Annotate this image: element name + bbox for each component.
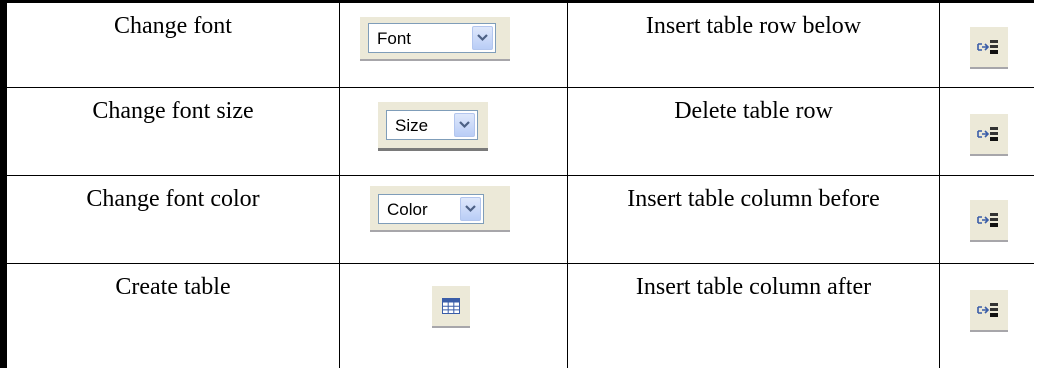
chevron-down-icon[interactable] <box>454 113 475 137</box>
table-grid-icon <box>442 298 460 314</box>
font-dropdown-value: Font <box>377 29 412 48</box>
control-cell <box>939 263 1034 368</box>
insert-column-before-button[interactable] <box>970 200 1008 242</box>
color-dropdown[interactable]: Color <box>378 194 484 224</box>
change-font-size-label: Change font size <box>92 98 254 124</box>
size-dropdown[interactable]: Size <box>386 110 478 140</box>
description-cell: Insert table column after <box>567 263 940 368</box>
delete-row-label: Delete table row <box>674 98 833 124</box>
table-row: Create table Insert table column after <box>0 263 1034 368</box>
delete-row-button[interactable] <box>970 114 1008 156</box>
control-cell <box>339 263 568 368</box>
chevron-down-icon[interactable] <box>460 197 481 221</box>
insert-column-after-label: Insert table column after <box>635 274 872 300</box>
insert-table-row-icon <box>977 40 998 54</box>
control-cell: Size <box>339 87 568 176</box>
description-cell: Create table <box>0 263 340 368</box>
color-dropdown-value: Color <box>387 200 428 219</box>
size-toolbar-strip: Size <box>378 102 488 151</box>
description-cell: Change font <box>0 0 340 88</box>
chevron-down-icon[interactable] <box>472 26 493 50</box>
control-cell <box>939 175 1034 264</box>
description-cell: Change font color <box>0 175 340 264</box>
control-cell: Color <box>339 175 568 264</box>
insert-column-before-label: Insert table column before <box>627 186 880 212</box>
change-font-label: Change font <box>114 13 232 39</box>
insert-row-below-label: Insert table row below <box>645 13 862 39</box>
insert-column-after-button[interactable] <box>970 290 1008 332</box>
insert-table-row-icon <box>977 127 998 141</box>
control-cell <box>939 87 1034 176</box>
insert-table-row-icon <box>977 213 998 227</box>
size-dropdown-value: Size <box>395 116 429 135</box>
description-cell: Change font size <box>0 87 340 176</box>
description-cell: Delete table row <box>567 87 940 176</box>
table-row: Change font size Size Delete table row <box>0 87 1034 176</box>
control-cell <box>939 0 1034 88</box>
create-table-button[interactable] <box>432 286 470 328</box>
table-row: Change font Font Insert table row below <box>0 0 1034 88</box>
control-cell: Font <box>339 0 568 88</box>
insert-row-below-button[interactable] <box>970 27 1008 69</box>
description-cell: Insert table row below <box>567 0 940 88</box>
color-toolbar-strip: Color <box>370 186 510 232</box>
insert-table-row-icon <box>977 303 998 317</box>
change-font-color-label: Change font color <box>86 186 260 212</box>
font-toolbar-strip: Font <box>360 17 510 61</box>
description-cell: Insert table column before <box>567 175 940 264</box>
create-table-label: Create table <box>115 274 231 300</box>
font-dropdown[interactable]: Font <box>368 23 496 53</box>
table-row: Change font color Color Insert table col… <box>0 175 1034 264</box>
toolbar-reference-table: Change font Font Insert table row below <box>0 0 1034 368</box>
